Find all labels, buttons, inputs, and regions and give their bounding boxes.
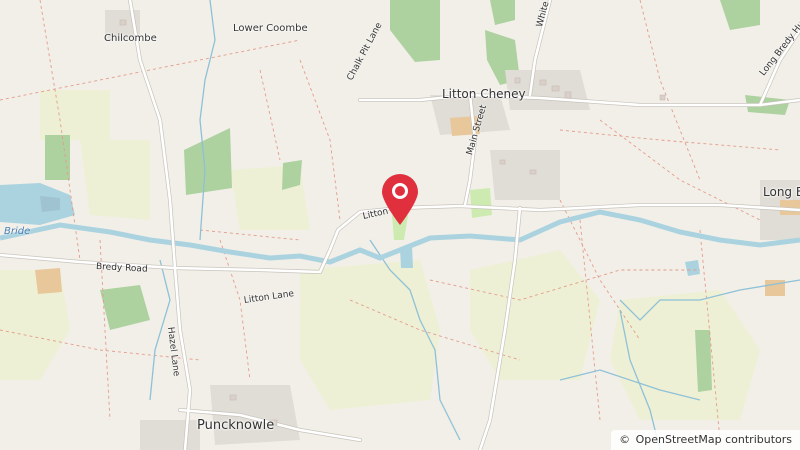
location-pin-icon (382, 174, 418, 225)
location-marker[interactable] (379, 172, 421, 226)
place-label-chilcombe: Chilcombe (104, 33, 157, 44)
place-label-long-bredy: Long B (763, 185, 800, 199)
place-label-puncknowle: Puncknowle (197, 418, 275, 433)
water-label-bride: Bride (4, 226, 31, 237)
map-attribution: © OpenStreetMap contributors (611, 430, 800, 450)
place-label-litton-cheney: Litton Cheney (442, 87, 526, 101)
copyright-symbol: © (619, 433, 631, 446)
place-label-lower-coombe: Lower Coombe (233, 23, 308, 34)
map-canvas[interactable]: Chilcombe Lower Coombe Litton Cheney Lon… (0, 0, 800, 450)
attribution-link[interactable]: OpenStreetMap contributors (636, 433, 792, 446)
